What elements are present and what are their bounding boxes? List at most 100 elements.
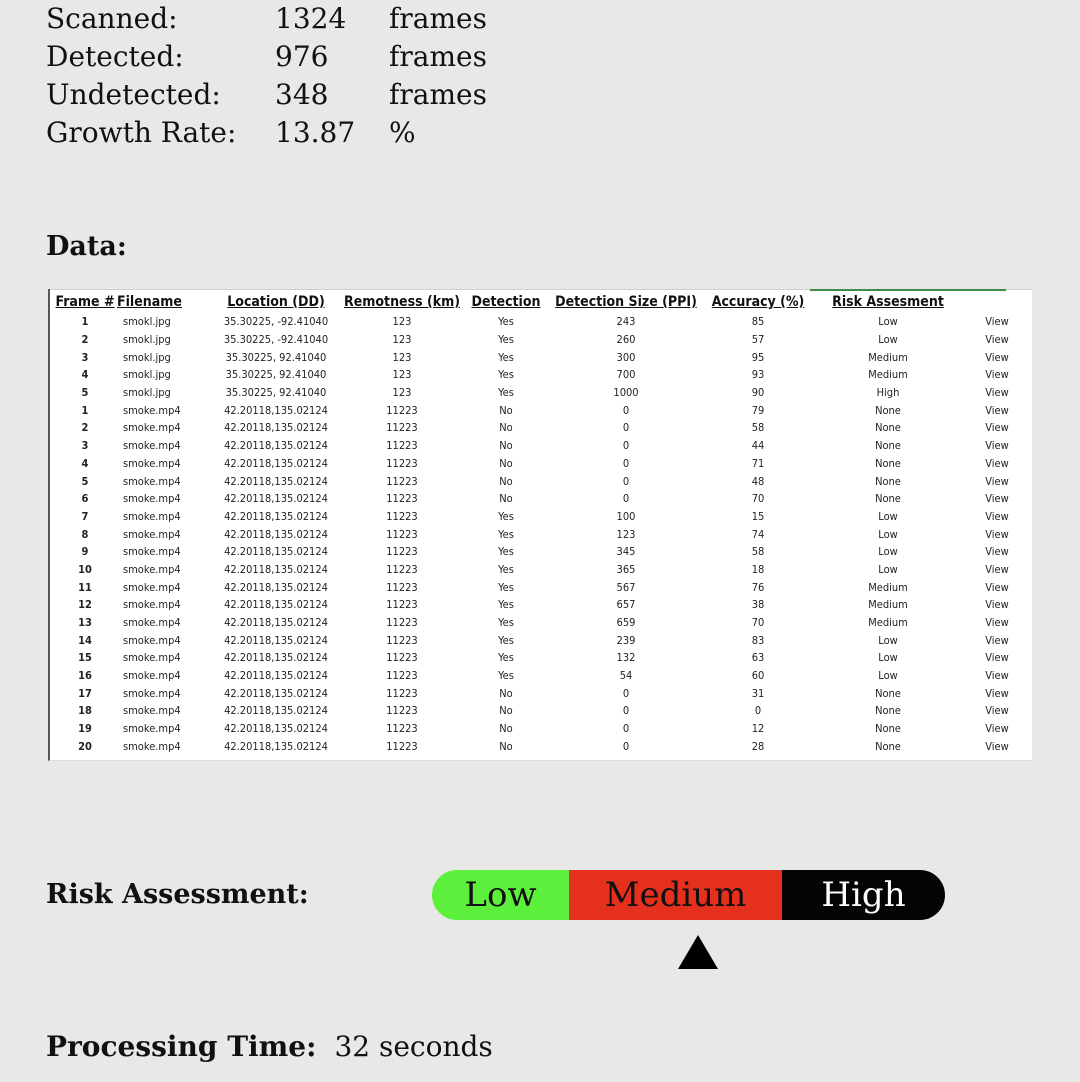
- cell-risk: Medium: [868, 580, 908, 594]
- cell-view-link[interactable]: View: [964, 366, 1030, 384]
- cell-view-link[interactable]: View: [964, 667, 1030, 685]
- cell-detection: No: [499, 421, 513, 435]
- header-frame: Frame #: [55, 294, 115, 310]
- cell-filename: smokl.jpg: [123, 315, 171, 329]
- cell-view-link[interactable]: View: [964, 578, 1030, 596]
- cell-detection: No: [499, 456, 513, 470]
- cell-detection: Yes: [498, 616, 514, 630]
- cell-accuracy: 58: [751, 545, 765, 559]
- cell-view-link[interactable]: View: [964, 596, 1030, 614]
- cell-accuracy: 95: [751, 350, 765, 364]
- cell-frame: 19: [78, 722, 92, 736]
- table-row: 18 smoke.mp4 42.20118,135.02124 11223 No 0 0 No…: [53, 702, 1030, 720]
- cell-view-link[interactable]: View: [964, 455, 1030, 473]
- cell-risk: None: [875, 722, 901, 736]
- cell-view-link[interactable]: View: [964, 331, 1030, 349]
- cell-frame: 7: [81, 509, 89, 523]
- cell-detection-size: 54: [619, 669, 633, 683]
- cell-risk: Low: [878, 315, 898, 329]
- cell-frame: 13: [78, 616, 92, 630]
- cell-location: 42.20118,135.02124: [224, 403, 328, 417]
- cell-remotness: 11223: [386, 509, 418, 523]
- cell-location: 42.20118,135.02124: [224, 722, 328, 736]
- cell-detection-size: 0: [622, 704, 630, 718]
- cell-view-link[interactable]: View: [964, 348, 1030, 366]
- cell-view-link[interactable]: View: [964, 614, 1030, 632]
- cell-frame: 17: [78, 686, 92, 700]
- header-location: Location (DD): [227, 294, 325, 310]
- processing-time-value: 32 seconds: [334, 1030, 493, 1063]
- cell-filename: smoke.mp4: [123, 633, 181, 647]
- cell-detection-size: 300: [616, 350, 636, 364]
- cell-detection-size: 132: [616, 651, 636, 665]
- cell-remotness: 123: [392, 386, 412, 400]
- cell-location: 42.20118,135.02124: [224, 739, 328, 753]
- cell-detection: No: [499, 474, 513, 488]
- cell-remotness: 11223: [386, 739, 418, 753]
- cell-frame: 20: [78, 739, 92, 753]
- table-row: 19 smoke.mp4 42.20118,135.02124 11223 No 0 12 N…: [53, 720, 1030, 738]
- cell-detection: Yes: [498, 562, 514, 576]
- cell-location: 42.20118,135.02124: [224, 474, 328, 488]
- cell-frame: 12: [78, 598, 92, 612]
- cell-risk: Medium: [868, 350, 908, 364]
- cell-view-link[interactable]: View: [964, 561, 1030, 579]
- data-table: Frame # Filename Location (DD) Remotness…: [53, 291, 1030, 755]
- cell-risk: Low: [878, 333, 898, 347]
- cell-remotness: 11223: [386, 722, 418, 736]
- cell-view-link[interactable]: View: [964, 525, 1030, 543]
- cell-view-link[interactable]: View: [964, 419, 1030, 437]
- cell-location: 42.20118,135.02124: [224, 439, 328, 453]
- cell-view-link[interactable]: View: [964, 401, 1030, 419]
- cell-accuracy: 85: [751, 315, 765, 329]
- risk-indicator-arrow-icon: [678, 935, 718, 969]
- cell-remotness: 11223: [386, 439, 418, 453]
- cell-detection: No: [499, 722, 513, 736]
- cell-view-link[interactable]: View: [964, 437, 1030, 455]
- cell-accuracy: 58: [751, 421, 765, 435]
- cell-view-link[interactable]: View: [964, 631, 1030, 649]
- cell-detection-size: 0: [622, 492, 630, 506]
- cell-filename: smoke.mp4: [123, 704, 181, 718]
- cell-view-link[interactable]: View: [964, 508, 1030, 526]
- cell-frame: 3: [81, 439, 89, 453]
- cell-accuracy: 60: [751, 669, 765, 683]
- cell-view-link[interactable]: View: [964, 543, 1030, 561]
- cell-filename: smoke.mp4: [123, 545, 181, 559]
- cell-detection-size: 345: [616, 545, 636, 559]
- cell-view-link[interactable]: View: [964, 472, 1030, 490]
- cell-view-link[interactable]: View: [964, 313, 1030, 331]
- table-row: 20 smoke.mp4 42.20118,135.02124 11223 No 0 28 N…: [53, 738, 1030, 756]
- cell-frame: 8: [81, 527, 89, 541]
- cell-view-link[interactable]: View: [964, 684, 1030, 702]
- cell-view-link[interactable]: View: [964, 720, 1030, 738]
- cell-remotness: 123: [392, 350, 412, 364]
- cell-detection: No: [499, 704, 513, 718]
- table-row: 8 smoke.mp4 42.20118,135.02124 11223 Yes 123 7…: [53, 525, 1030, 543]
- stat-value: 13.87: [275, 116, 356, 149]
- cell-view-link[interactable]: View: [964, 738, 1030, 756]
- cell-detection: Yes: [498, 580, 514, 594]
- cell-filename: smoke.mp4: [123, 686, 181, 700]
- header-detection: Detection: [471, 294, 541, 310]
- cell-view-link[interactable]: View: [964, 384, 1030, 402]
- cell-detection-size: 0: [622, 722, 630, 736]
- cell-remotness: 11223: [386, 704, 418, 718]
- cell-risk: None: [875, 421, 901, 435]
- cell-accuracy: 38: [751, 598, 765, 612]
- cell-filename: smokl.jpg: [123, 333, 171, 347]
- cell-detection: Yes: [498, 315, 514, 329]
- risk-level-low: Low: [432, 870, 569, 920]
- cell-detection-size: 260: [616, 333, 636, 347]
- cell-filename: smoke.mp4: [123, 492, 181, 506]
- processing-time: Processing Time: 32 seconds: [46, 1028, 493, 1066]
- cell-remotness: 11223: [386, 669, 418, 683]
- cell-view-link[interactable]: View: [964, 649, 1030, 667]
- cell-view-link[interactable]: View: [964, 702, 1030, 720]
- stat-label: Detected:: [46, 40, 184, 73]
- cell-frame: 18: [78, 704, 92, 718]
- stat-label: Undetected:: [46, 78, 221, 111]
- cell-filename: smoke.mp4: [123, 616, 181, 630]
- cell-view-link[interactable]: View: [964, 490, 1030, 508]
- cell-risk: Medium: [868, 616, 908, 630]
